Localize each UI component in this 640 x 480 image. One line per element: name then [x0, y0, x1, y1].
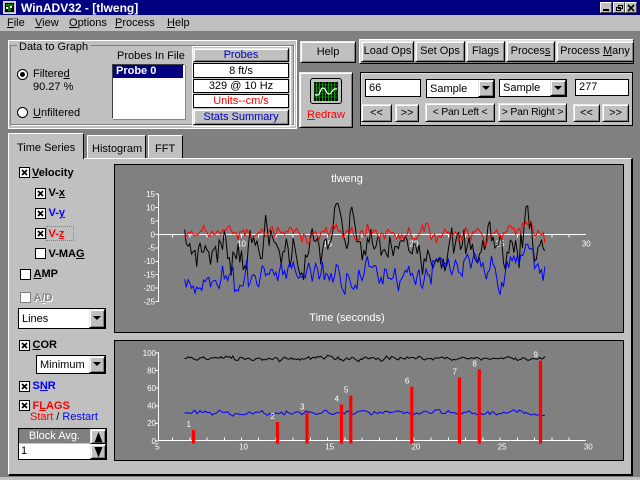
svg-text:-25: -25 — [143, 297, 155, 306]
svg-text:60: 60 — [147, 384, 156, 393]
svg-text:-20: -20 — [143, 284, 155, 293]
svg-text:100: 100 — [143, 349, 157, 358]
svg-text:15: 15 — [325, 443, 334, 452]
svg-text:5: 5 — [155, 443, 160, 452]
svg-text:10: 10 — [146, 203, 155, 212]
svg-text:25: 25 — [498, 443, 507, 452]
svg-text:8: 8 — [472, 359, 477, 368]
svg-text:7: 7 — [453, 367, 458, 376]
svg-text:9: 9 — [534, 351, 539, 360]
svg-text:5: 5 — [344, 386, 349, 395]
svg-text:-15: -15 — [143, 271, 155, 280]
svg-text:1: 1 — [187, 420, 192, 429]
svg-text:Time (seconds): Time (seconds) — [309, 312, 384, 324]
svg-text:5: 5 — [151, 217, 156, 226]
svg-text:4: 4 — [335, 395, 340, 404]
svg-text:3: 3 — [300, 403, 305, 412]
svg-text:80: 80 — [147, 366, 156, 375]
svg-text:25: 25 — [496, 240, 505, 249]
svg-text:6: 6 — [405, 377, 410, 386]
svg-text:20: 20 — [411, 443, 420, 452]
svg-text:30: 30 — [584, 443, 593, 452]
svg-text:15: 15 — [146, 190, 155, 199]
svg-text:10: 10 — [239, 443, 248, 452]
svg-text:20: 20 — [147, 419, 156, 428]
svg-text:-10: -10 — [143, 257, 155, 266]
svg-text:-5: -5 — [148, 244, 156, 253]
svg-text:0: 0 — [151, 230, 156, 239]
svg-text:40: 40 — [147, 402, 156, 411]
svg-text:tlweng: tlweng — [331, 173, 363, 185]
svg-text:30: 30 — [582, 240, 591, 249]
svg-text:2: 2 — [271, 412, 276, 421]
